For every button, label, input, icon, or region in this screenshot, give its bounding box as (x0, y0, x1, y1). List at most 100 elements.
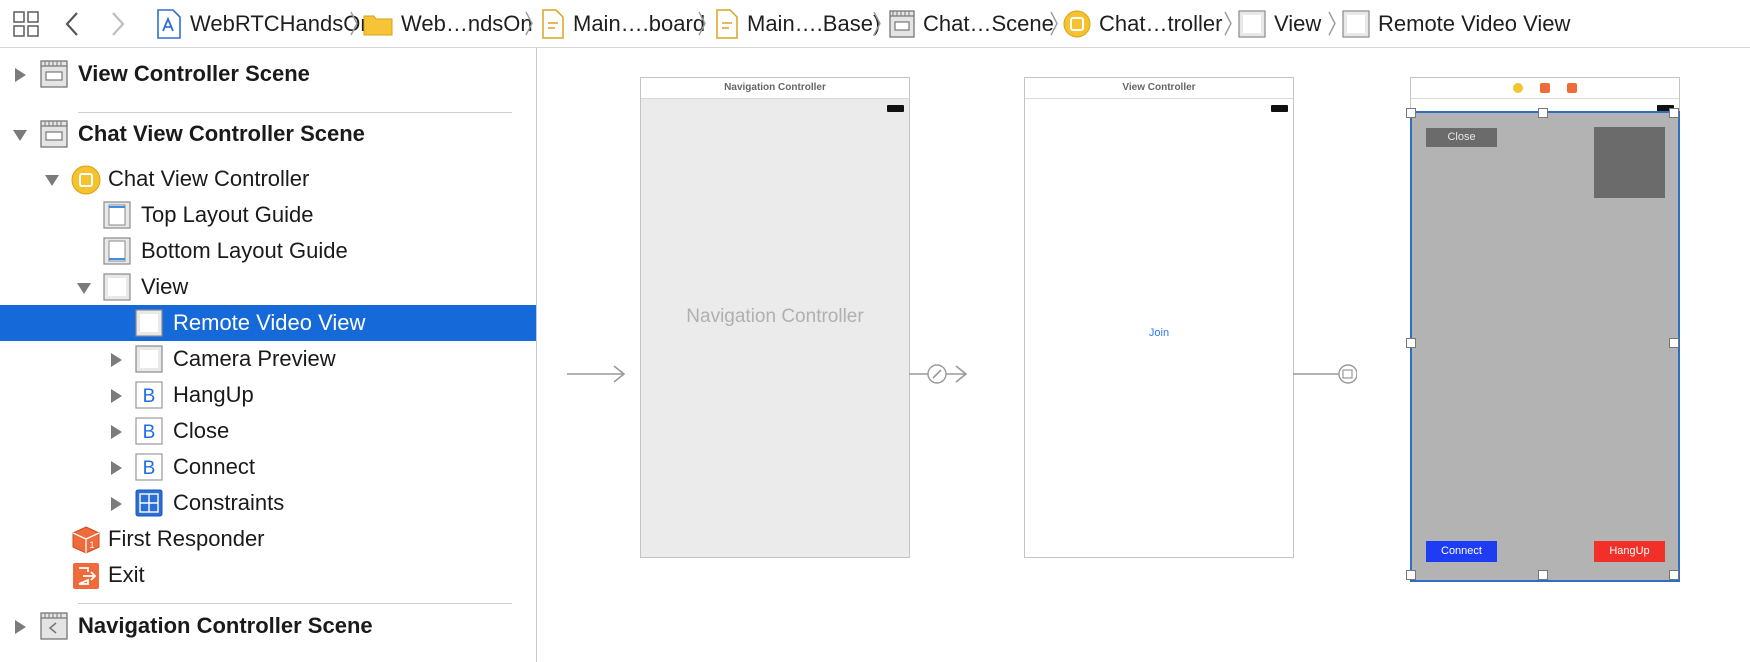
outline-row-connect[interactable]: B Connect (0, 449, 536, 485)
battery-icon (887, 105, 904, 112)
storyboard-canvas[interactable]: Navigation Controller Navigation Control… (537, 48, 1750, 662)
breadcrumb-storyboard[interactable]: Main….board (541, 0, 705, 47)
outline-row-top-layout-guide[interactable]: Top Layout Guide (0, 197, 536, 233)
outline-row-label: Exit (108, 562, 145, 587)
outline-row-bottom-layout-guide[interactable]: Bottom Layout Guide (0, 233, 536, 269)
disclosure-triangle-collapsed-icon[interactable] (108, 424, 124, 440)
outline-row-remote-video-view[interactable]: Remote Video View (0, 305, 536, 341)
app-project-icon (156, 8, 182, 39)
outline-row-label: Bottom Layout Guide (141, 238, 348, 263)
breadcrumb-group[interactable]: Web…ndsOn (363, 0, 533, 47)
svg-text:1: 1 (89, 540, 94, 550)
join-button[interactable]: Join (1025, 327, 1293, 339)
svg-text:B: B (143, 458, 156, 479)
outline-row-navigation-controller-scene[interactable]: Navigation Controller Scene (0, 608, 536, 644)
outline-row-chat-view-controller-scene[interactable]: Chat View Controller Scene (0, 116, 536, 152)
breadcrumb-remote-video-view[interactable]: Remote Video View (1342, 0, 1570, 47)
resize-handle-top-left[interactable] (1406, 108, 1416, 118)
disclosure-triangle-expanded-icon[interactable] (12, 127, 28, 143)
scene-icon (40, 612, 68, 640)
button-icon: B (135, 453, 163, 481)
battery-icon (1271, 105, 1288, 112)
disclosure-triangle-expanded-icon[interactable] (76, 280, 92, 296)
outline-row-label: Navigation Controller Scene (78, 613, 373, 638)
outline-row-hangup[interactable]: B HangUp (0, 377, 536, 413)
resize-handle-top[interactable] (1538, 108, 1548, 118)
disclosure-triangle-expanded-icon[interactable] (44, 172, 60, 188)
disclosure-triangle-collapsed-icon[interactable] (108, 352, 124, 368)
outline-row-chat-view-controller[interactable]: Chat View Controller (0, 161, 536, 197)
breadcrumb-separator-icon (873, 11, 881, 36)
remote-video-view[interactable]: Close Connect HangUp (1410, 111, 1680, 582)
constraints-icon (135, 489, 163, 517)
folder-icon (363, 12, 393, 36)
first-responder-dock-icon[interactable] (1540, 83, 1550, 93)
view-icon (103, 273, 131, 301)
breadcrumb-separator-icon (525, 11, 533, 36)
outline-row-label: HangUp (173, 382, 254, 407)
disclosure-triangle-collapsed-icon[interactable] (108, 388, 124, 404)
disclosure-triangle-collapsed-icon[interactable] (108, 496, 124, 512)
resize-handle-bottom-left[interactable] (1406, 570, 1416, 580)
breadcrumb-project[interactable]: WebRTCHandsOn (156, 0, 373, 47)
outline-row-label: Close (173, 418, 230, 443)
segue-arrow-show-icon[interactable] (1293, 364, 1357, 384)
outline-row-first-responder[interactable]: 1 First Responder (0, 521, 536, 557)
close-button[interactable]: Close (1426, 128, 1497, 147)
breadcrumb-label: Web…ndsOn (401, 10, 533, 36)
view-controller-dock-icon[interactable] (1513, 83, 1523, 93)
outline-row-close[interactable]: B Close (0, 413, 536, 449)
forward-arrow-icon[interactable] (110, 0, 126, 47)
breadcrumb-storyboard-base[interactable]: Main….Base) (715, 0, 880, 47)
outline-section-divider (78, 603, 512, 604)
outline-row-view-controller-scene[interactable]: View Controller Scene (0, 56, 536, 92)
exit-dock-icon[interactable] (1567, 83, 1577, 93)
breadcrumb-label: WebRTCHandsOn (190, 10, 373, 36)
disclosure-triangle-collapsed-icon[interactable] (12, 67, 28, 83)
chat-view-controller-scene[interactable]: Close Connect HangUp (1410, 77, 1680, 582)
view-icon (135, 345, 163, 373)
outline-row-camera-preview[interactable]: Camera Preview (0, 341, 536, 377)
scene-icon (889, 9, 915, 38)
resize-handle-right[interactable] (1669, 338, 1679, 348)
hangup-button[interactable]: HangUp (1594, 541, 1665, 562)
resize-handle-bottom[interactable] (1538, 570, 1548, 580)
outline-row-label: Chat View Controller (108, 166, 310, 191)
initial-entry-arrow-icon (567, 365, 626, 383)
view-icon (1342, 9, 1370, 38)
breadcrumb-separator-icon (350, 11, 358, 36)
navigation-controller-scene[interactable]: Navigation Controller Navigation Control… (640, 77, 910, 558)
segue-arrow-relationship-icon[interactable] (909, 364, 969, 384)
breadcrumb-view[interactable]: View (1238, 0, 1321, 47)
outline-row-label: Chat View Controller Scene (78, 121, 365, 146)
breadcrumb-label: Chat…Scene (923, 10, 1054, 36)
exit-icon (73, 563, 99, 589)
scene-icon (40, 60, 68, 88)
outline-row-constraints[interactable]: Constraints (0, 485, 536, 521)
svg-text:B: B (143, 386, 156, 407)
outline-row-view[interactable]: View (0, 269, 536, 305)
outline-row-exit[interactable]: Exit (0, 557, 536, 593)
camera-preview-view[interactable] (1594, 127, 1665, 198)
breadcrumb-scene[interactable]: Chat…Scene (889, 0, 1054, 47)
disclosure-triangle-collapsed-icon[interactable] (108, 460, 124, 476)
breadcrumb-separator-icon (1328, 11, 1336, 36)
outline-row-label: Top Layout Guide (141, 202, 314, 227)
resize-handle-top-right[interactable] (1669, 108, 1679, 118)
view-controller-scene[interactable]: View Controller Join (1024, 77, 1294, 558)
related-items-icon[interactable] (12, 0, 40, 47)
jump-bar: WebRTCHandsOn Web…ndsOn Main….board Main… (0, 0, 1750, 48)
breadcrumb-label: Main….Base) (747, 10, 881, 36)
view-icon (1238, 9, 1266, 38)
resize-handle-bottom-right[interactable] (1669, 570, 1679, 580)
connect-button[interactable]: Connect (1426, 541, 1497, 562)
outline-row-label: Camera Preview (173, 346, 336, 371)
breadcrumb-view-controller[interactable]: Chat…troller (1063, 0, 1222, 47)
back-arrow-icon[interactable] (64, 0, 80, 47)
disclosure-triangle-collapsed-icon[interactable] (12, 619, 28, 635)
resize-handle-left[interactable] (1406, 338, 1416, 348)
breadcrumb-separator-icon (1224, 11, 1232, 36)
scene-title: Navigation Controller (641, 78, 909, 99)
button-icon: B (135, 381, 163, 409)
view-icon (135, 309, 163, 337)
